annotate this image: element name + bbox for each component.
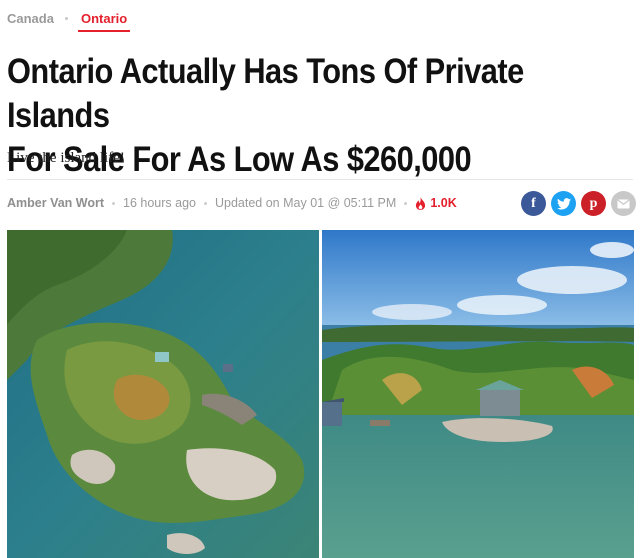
breadcrumb: Canada Ontario [7, 8, 131, 32]
island-aerial-photo [7, 230, 319, 558]
breadcrumb-canada-link[interactable]: Canada [7, 11, 54, 26]
breadcrumb-ontario-link[interactable]: Ontario [77, 11, 131, 32]
byline-separator [112, 201, 116, 205]
headline-line-1: Ontario Actually Has Tons Of Private Isl… [7, 52, 524, 135]
facebook-icon: f [531, 195, 536, 211]
pinterest-share-button[interactable]: p [581, 191, 606, 216]
flame-icon [416, 196, 426, 210]
email-share-button[interactable] [611, 191, 636, 216]
updated-time: Updated on May 01 @ 05:11 PM [215, 196, 397, 210]
island-cottage-photo [322, 230, 634, 558]
article-subtitle: Live the island life! [7, 150, 125, 166]
view-count: 1.0K [415, 196, 457, 210]
author-link[interactable]: Amber Van Wort [7, 196, 104, 210]
email-icon [617, 198, 630, 208]
twitter-icon [556, 197, 571, 210]
byline-separator [404, 201, 408, 205]
twitter-share-button[interactable] [551, 191, 576, 216]
pinterest-icon: p [589, 195, 598, 211]
facebook-share-button[interactable]: f [521, 191, 546, 216]
view-count-value: 1.0K [430, 196, 457, 210]
published-time: 16 hours ago [123, 196, 196, 210]
article-byline: Amber Van Wort 16 hours ago Updated on M… [7, 196, 457, 210]
divider [7, 179, 633, 180]
share-buttons: f p [521, 191, 636, 216]
breadcrumb-separator [64, 17, 68, 20]
byline-separator [204, 201, 207, 205]
